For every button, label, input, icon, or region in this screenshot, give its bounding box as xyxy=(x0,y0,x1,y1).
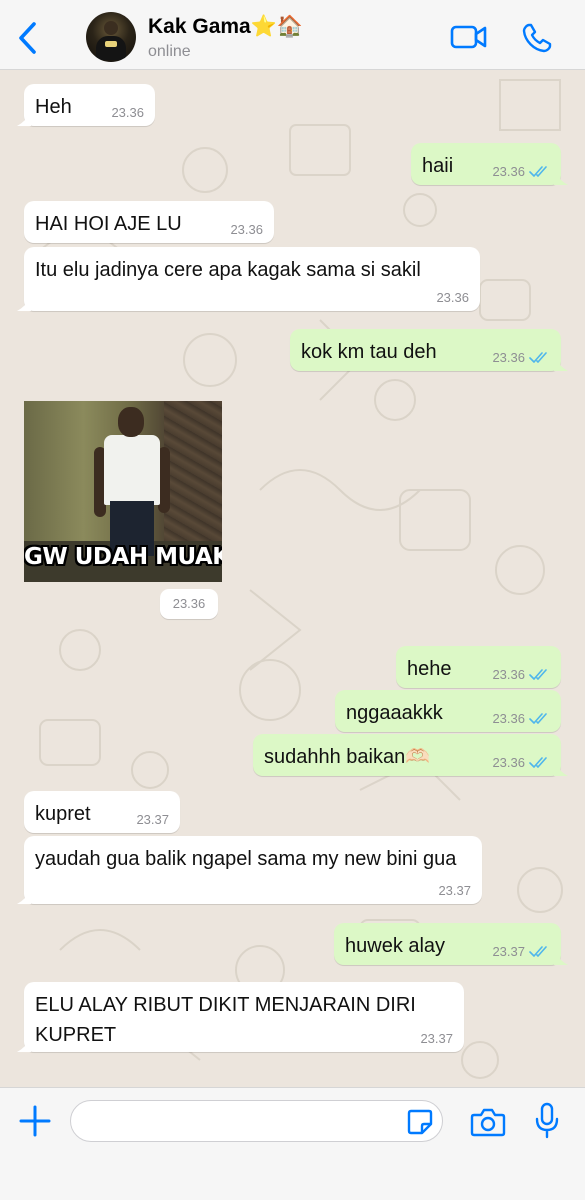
message-text: HAI HOI AJE LU xyxy=(35,213,182,235)
message-time: 23.36 xyxy=(492,164,525,179)
plus-icon[interactable] xyxy=(18,1104,52,1138)
message-text: nggaaakkk xyxy=(346,702,443,724)
message-outgoing[interactable]: sudahhh baikan🫶🏻 23.36 xyxy=(253,734,568,776)
message-text: Heh xyxy=(35,96,72,118)
double-check-icon xyxy=(529,713,547,724)
message-text: huwek alay xyxy=(345,935,446,957)
message-outgoing[interactable]: nggaaakkk 23.36 xyxy=(335,690,561,732)
message-incoming[interactable]: yaudah gua balik ngapel sama my new bini… xyxy=(17,836,482,904)
double-check-icon xyxy=(529,757,547,768)
message-incoming[interactable]: ELU ALAY RIBUT DIKIT MENJARAIN DIRI KUPR… xyxy=(17,982,464,1052)
message-time: 23.36 xyxy=(492,711,525,726)
back-chevron-icon[interactable] xyxy=(14,20,44,56)
message-text: sudahhh baikan🫶🏻 xyxy=(264,746,431,768)
sticker-image[interactable]: GW UDAH MUAK xyxy=(24,401,222,582)
message-text: Itu elu jadinya cere apa kagak sama si s… xyxy=(35,259,421,281)
message-incoming[interactable]: kupret 23.37 xyxy=(24,791,180,833)
message-incoming[interactable]: Itu elu jadinya cere apa kagak sama si s… xyxy=(17,247,480,311)
message-time: 23.36 xyxy=(230,222,263,237)
message-incoming[interactable]: Heh 23.36 xyxy=(17,84,155,126)
message-time: 23.36 xyxy=(436,290,469,305)
message-outgoing[interactable]: huwek alay 23.37 xyxy=(334,923,568,965)
double-check-icon xyxy=(529,669,547,680)
contact-avatar[interactable] xyxy=(86,12,136,62)
phone-icon[interactable] xyxy=(521,22,553,54)
message-time: 23.36 xyxy=(492,350,525,365)
chat-header: Kak Gama⭐🏠 online xyxy=(0,0,585,70)
message-time: 23.37 xyxy=(492,944,525,959)
message-text: kok km tau deh xyxy=(301,341,437,363)
contact-status: online xyxy=(148,43,191,60)
composer-bar xyxy=(0,1087,585,1200)
message-text: kupret xyxy=(35,803,91,825)
message-time: 23.36 xyxy=(492,667,525,682)
message-text: yaudah gua balik ngapel sama my new bini… xyxy=(35,848,457,870)
message-text: haii xyxy=(422,155,454,177)
double-check-icon xyxy=(529,946,547,957)
sticker-caption: GW UDAH MUAK xyxy=(24,544,222,570)
sticker-icon[interactable] xyxy=(406,1108,434,1136)
camera-icon[interactable] xyxy=(470,1106,506,1138)
message-text: ELU ALAY RIBUT DIKIT MENJARAIN DIRI KUPR… xyxy=(35,994,416,1046)
microphone-icon[interactable] xyxy=(534,1102,560,1140)
video-call-icon[interactable] xyxy=(450,22,488,52)
sticker-time: 23.36 xyxy=(160,589,218,619)
message-time: 23.37 xyxy=(420,1031,453,1046)
message-time: 23.37 xyxy=(438,883,471,898)
contact-name[interactable]: Kak Gama⭐🏠 xyxy=(148,15,303,39)
message-time: 23.37 xyxy=(136,812,169,827)
message-time: 23.36 xyxy=(492,755,525,770)
message-outgoing[interactable]: hehe 23.36 xyxy=(396,646,561,688)
message-outgoing[interactable]: haii 23.36 xyxy=(411,143,568,185)
message-incoming[interactable]: HAI HOI AJE LU 23.36 xyxy=(24,201,274,243)
message-input[interactable] xyxy=(70,1100,443,1142)
message-text: hehe xyxy=(407,658,452,680)
double-check-icon xyxy=(529,352,547,363)
message-time: 23.36 xyxy=(111,105,144,120)
chat-area[interactable]: Heh 23.36 haii 23.36 HAI HOI AJE LU 23.3… xyxy=(0,70,585,1087)
message-outgoing[interactable]: kok km tau deh 23.36 xyxy=(290,329,568,371)
double-check-icon xyxy=(529,166,547,177)
